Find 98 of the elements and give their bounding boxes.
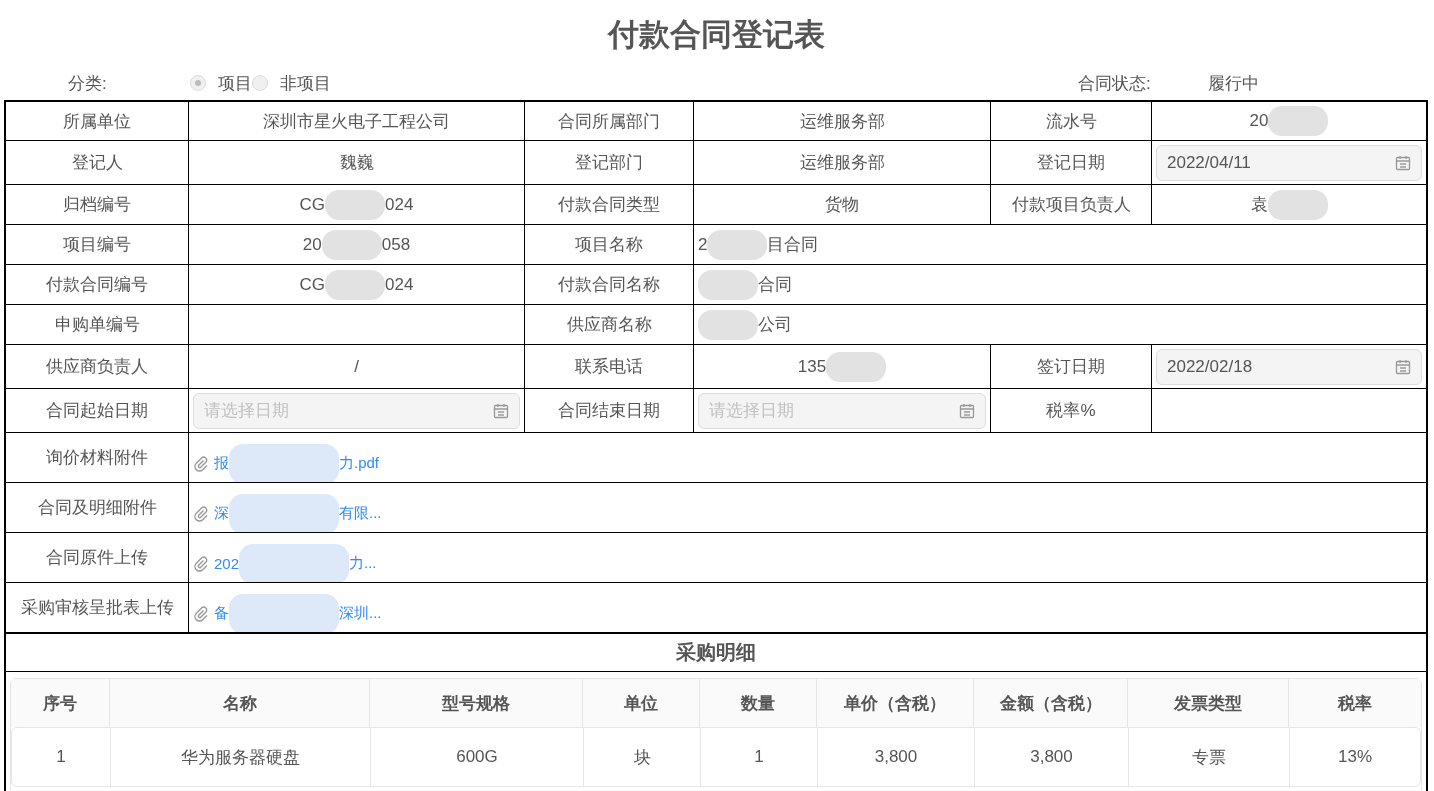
paperclip-icon xyxy=(193,455,209,472)
column-header: 名称 xyxy=(110,679,370,727)
file-link[interactable]: 报 xyxy=(214,454,229,473)
radio-button[interactable] xyxy=(252,75,268,91)
field-label: 流水号 xyxy=(1045,110,1097,133)
field-label: 项目名称 xyxy=(575,234,643,256)
date-field[interactable]: 2022/02/18 xyxy=(1156,348,1422,385)
paperclip-icon xyxy=(193,605,209,622)
calendar-icon xyxy=(959,402,975,419)
file-link[interactable]: 深 xyxy=(214,504,229,523)
field-value: 魏巍 xyxy=(339,152,374,174)
field-label: 付款合同类型 xyxy=(558,194,660,216)
status-label: 合同状态: xyxy=(1078,72,1152,95)
field-label: 联系电话 xyxy=(575,356,643,378)
field-value: CG xyxy=(299,194,326,215)
field-value: 135 xyxy=(797,356,827,377)
field-label: 所属单位 xyxy=(63,110,131,133)
column-header: 单价（含税） xyxy=(817,679,974,727)
date-field[interactable]: 2022/04/11 xyxy=(1156,144,1422,181)
status-value: 履行中 xyxy=(1208,72,1260,95)
field-label: 供应商名称 xyxy=(566,314,652,336)
field-label: 税率% xyxy=(1046,400,1096,422)
blur-patch xyxy=(325,269,386,300)
blur-patch xyxy=(826,351,887,382)
section-title: 采购明细 xyxy=(676,640,756,665)
field-label: 供应商负责人 xyxy=(46,356,148,378)
field-label: 登记日期 xyxy=(1037,152,1105,174)
blur-patch xyxy=(321,229,382,260)
table-cell: 华为服务器硬盘 xyxy=(111,728,371,786)
field-label: 项目编号 xyxy=(63,234,131,256)
table-cell: 600G xyxy=(371,728,584,786)
table-cell: 1 xyxy=(701,728,818,786)
field-label: 采购审核呈批表上传 xyxy=(20,597,174,619)
field-value: 货物 xyxy=(825,194,859,216)
field-label: 付款项目负责人 xyxy=(1011,194,1131,216)
table-cell: 块 xyxy=(584,728,701,786)
field-label: 归档编号 xyxy=(63,194,131,216)
field-value: 024 xyxy=(385,194,414,215)
radio-label: 非项目 xyxy=(280,72,331,95)
field-value: 2 xyxy=(698,234,708,255)
column-header: 序号 xyxy=(11,679,110,727)
radio-label: 项目 xyxy=(218,72,252,95)
paperclip-icon xyxy=(193,555,209,572)
paperclip-icon xyxy=(193,505,209,522)
field-label: 登记部门 xyxy=(575,152,643,174)
field-label: 合同结束日期 xyxy=(558,400,660,422)
field-value: 合同 xyxy=(758,274,792,296)
table-cell: 1 xyxy=(12,728,111,786)
table-cell: 专票 xyxy=(1129,728,1290,786)
column-header: 发票类型 xyxy=(1128,679,1289,727)
blur-patch xyxy=(707,229,768,260)
file-link[interactable]: 有限... xyxy=(339,504,382,523)
calendar-icon xyxy=(493,402,509,419)
field-label: 申购单编号 xyxy=(54,314,140,336)
column-header: 单位 xyxy=(583,679,700,727)
field-label: 签订日期 xyxy=(1037,356,1105,378)
field-label: 付款合同名称 xyxy=(558,274,660,296)
field-value: 深圳市星火电子工程公司 xyxy=(263,110,450,133)
field-value: 目合同 xyxy=(767,234,819,256)
file-link[interactable]: 202 xyxy=(214,555,240,572)
radio-button[interactable] xyxy=(190,75,206,91)
category-label: 分类: xyxy=(68,72,108,95)
field-value: 058 xyxy=(381,234,411,255)
calendar-icon xyxy=(1395,358,1411,375)
file-link[interactable]: 力... xyxy=(349,554,377,573)
field-value: 运维服务部 xyxy=(799,110,885,133)
field-value: 024 xyxy=(385,274,414,295)
field-label: 登记人 xyxy=(71,152,123,174)
blur-patch xyxy=(1267,189,1328,220)
field-value: 20 xyxy=(1249,111,1269,131)
column-header: 数量 xyxy=(700,679,817,727)
file-link[interactable]: 深圳... xyxy=(339,604,382,623)
field-label: 合同起始日期 xyxy=(46,400,148,422)
column-header: 税率 xyxy=(1289,679,1421,727)
page-title: 付款合同登记表 xyxy=(606,16,826,54)
blur-patch xyxy=(698,269,758,300)
field-value: 公司 xyxy=(758,314,792,336)
blur-patch xyxy=(325,189,386,220)
calendar-icon xyxy=(1395,154,1411,171)
field-label: 付款合同编号 xyxy=(46,274,148,296)
field-value: 袁 xyxy=(1250,194,1268,216)
field-value: 20 xyxy=(302,234,322,255)
column-header: 型号规格 xyxy=(370,679,583,727)
file-link[interactable]: 力.pdf xyxy=(339,454,380,473)
field-value: 运维服务部 xyxy=(799,152,885,174)
table-cell: 3,800 xyxy=(818,728,975,786)
field-label: 询价材料附件 xyxy=(46,447,148,469)
column-header: 金额（含税） xyxy=(974,679,1128,727)
field-value: / xyxy=(354,356,359,377)
field-label: 合同及明细附件 xyxy=(37,497,157,519)
blur-patch xyxy=(698,309,758,340)
blur-patch xyxy=(1268,106,1329,136)
file-link[interactable]: 备 xyxy=(214,604,229,623)
field-label: 合同所属部门 xyxy=(558,110,660,133)
field-label: 合同原件上传 xyxy=(46,547,148,569)
field-value: CG xyxy=(299,274,326,295)
table-cell-text: 13% xyxy=(1337,746,1373,768)
table-cell: 3,800 xyxy=(975,728,1129,786)
